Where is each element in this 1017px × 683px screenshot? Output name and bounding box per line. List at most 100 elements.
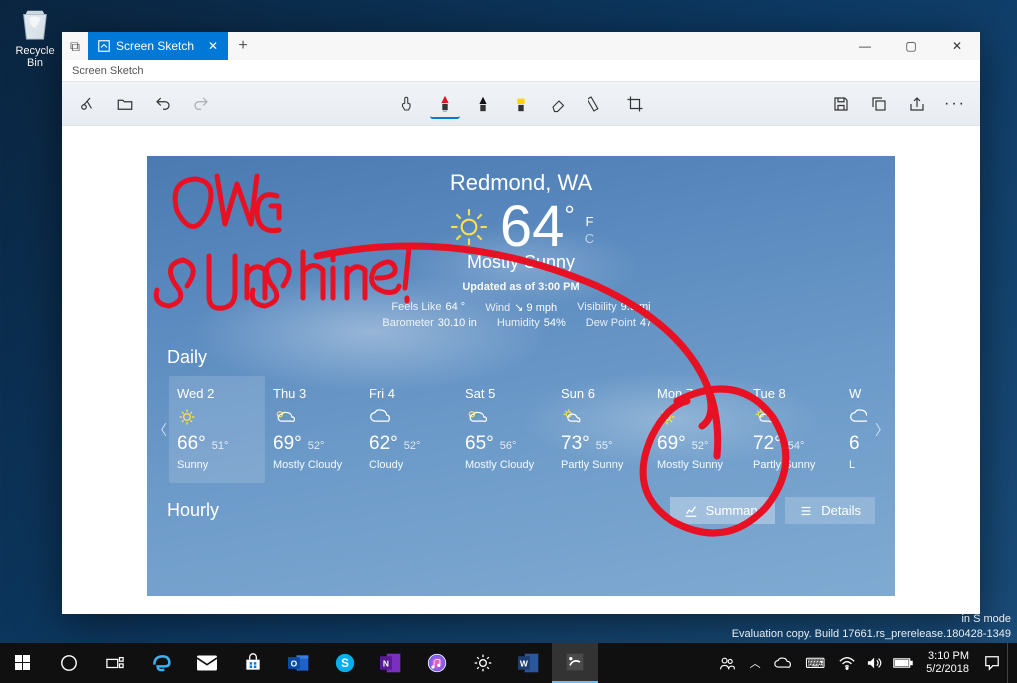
day-card[interactable]: Mon 7 69°52° Mostly Sunny bbox=[649, 376, 745, 483]
daily-prev-button[interactable]: 〈 bbox=[151, 376, 169, 483]
touch-writing-button[interactable] bbox=[392, 89, 422, 119]
word-icon[interactable]: W bbox=[506, 643, 552, 683]
new-snip-button[interactable] bbox=[72, 89, 102, 119]
tray-chevron-icon[interactable]: ︿ bbox=[742, 643, 768, 683]
desktop-recycle-bin[interactable]: Recycle Bin bbox=[10, 5, 60, 69]
screen-sketch-window: ⧉ Screen Sketch ✕ + — ▢ ✕ Screen Sketch bbox=[62, 32, 980, 614]
show-desktop-button[interactable] bbox=[1007, 643, 1013, 683]
day-cond: Partly Sunny bbox=[753, 459, 833, 471]
store-icon[interactable] bbox=[230, 643, 276, 683]
canvas[interactable]: Redmond, WA 64° FC Mostly Sunny Updated … bbox=[62, 126, 980, 614]
day-name: W bbox=[849, 386, 859, 401]
day-card[interactable]: W 6 L bbox=[841, 376, 867, 483]
day-name: Thu 3 bbox=[273, 386, 353, 401]
daily-forecast-row: 〈 Wed 2 66°51° SunnyThu 3 69°52° Mostly … bbox=[147, 376, 895, 483]
day-card[interactable]: Wed 2 66°51° Sunny bbox=[169, 376, 265, 483]
skype-icon[interactable]: S bbox=[322, 643, 368, 683]
day-card[interactable]: Sun 6 73°55° Partly Sunny bbox=[553, 376, 649, 483]
share-button[interactable] bbox=[902, 89, 932, 119]
new-tab-button[interactable]: + bbox=[228, 32, 258, 60]
copy-button[interactable] bbox=[864, 89, 894, 119]
day-hi: 69° bbox=[657, 433, 686, 455]
onenote-icon[interactable]: N bbox=[368, 643, 414, 683]
stat-vis-lbl: Visibility bbox=[577, 301, 617, 313]
stat-feels-lbl: Feels Like bbox=[391, 301, 441, 313]
app-icon bbox=[98, 40, 110, 52]
day-hi: 62° bbox=[369, 433, 398, 455]
day-hi: 65° bbox=[465, 433, 494, 455]
unit-f: F bbox=[585, 214, 594, 231]
ruler-button[interactable] bbox=[582, 89, 612, 119]
battery-icon[interactable] bbox=[890, 643, 916, 683]
action-center-icon[interactable] bbox=[979, 643, 1005, 683]
taskbar: O S N W ︿ ⌨ 3:10 PM 5/2/2018 bbox=[0, 643, 1017, 683]
clock-date: 5/2/2018 bbox=[926, 663, 969, 676]
toolbar: ··· bbox=[62, 82, 980, 126]
save-button[interactable] bbox=[826, 89, 856, 119]
summary-button[interactable]: Summary bbox=[670, 497, 776, 524]
unit-c: C bbox=[585, 231, 594, 248]
crop-button[interactable] bbox=[620, 89, 650, 119]
tab-screen-sketch[interactable]: Screen Sketch ✕ bbox=[88, 32, 228, 60]
network-icon[interactable] bbox=[834, 643, 860, 683]
cortana-button[interactable] bbox=[46, 643, 92, 683]
day-icon bbox=[273, 407, 353, 427]
pen-black-button[interactable] bbox=[468, 89, 498, 119]
stat-dew-lbl: Dew Point bbox=[586, 317, 636, 329]
daily-next-button[interactable]: 〉 bbox=[873, 376, 891, 483]
stat-dew-val: 47 ° bbox=[640, 317, 660, 329]
maximize-button[interactable]: ▢ bbox=[888, 32, 934, 60]
day-card[interactable]: Fri 4 62°52° Cloudy bbox=[361, 376, 457, 483]
weather-updated: Updated as of 3:00 PM bbox=[147, 281, 895, 293]
day-lo: 52° bbox=[308, 440, 325, 452]
sets-previous-icon[interactable]: ⧉ bbox=[62, 32, 88, 60]
weather-screenshot: Redmond, WA 64° FC Mostly Sunny Updated … bbox=[147, 156, 895, 596]
day-cond: Cloudy bbox=[369, 459, 449, 471]
day-icon bbox=[849, 407, 859, 427]
edge-icon[interactable] bbox=[138, 643, 184, 683]
day-name: Tue 8 bbox=[753, 386, 833, 401]
day-icon bbox=[753, 407, 833, 427]
day-lo: 54° bbox=[788, 440, 805, 452]
redo-button[interactable] bbox=[186, 89, 216, 119]
itunes-icon[interactable] bbox=[414, 643, 460, 683]
stat-baro-lbl: Barometer bbox=[382, 317, 433, 329]
screen-sketch-taskbar-icon[interactable] bbox=[552, 643, 598, 683]
task-view-button[interactable] bbox=[92, 643, 138, 683]
undo-button[interactable] bbox=[148, 89, 178, 119]
recycle-bin-label: Recycle Bin bbox=[10, 45, 60, 69]
pen-red-button[interactable] bbox=[430, 89, 460, 119]
minimize-button[interactable]: — bbox=[842, 32, 888, 60]
start-button[interactable] bbox=[0, 643, 46, 683]
more-button[interactable]: ··· bbox=[940, 89, 970, 119]
details-button[interactable]: Details bbox=[785, 497, 875, 524]
stat-wind-lbl: Wind bbox=[485, 302, 510, 314]
titlebar: ⧉ Screen Sketch ✕ + — ▢ ✕ bbox=[62, 32, 980, 60]
people-icon[interactable] bbox=[714, 643, 740, 683]
day-lo: 52° bbox=[692, 440, 709, 452]
eraser-button[interactable] bbox=[544, 89, 574, 119]
day-hi: 73° bbox=[561, 433, 590, 455]
mail-icon[interactable] bbox=[184, 643, 230, 683]
weather-app-icon[interactable] bbox=[460, 643, 506, 683]
outlook-icon[interactable]: O bbox=[276, 643, 322, 683]
summary-label: Summary bbox=[706, 503, 762, 518]
day-lo: 56° bbox=[500, 440, 517, 452]
tab-close-icon[interactable]: ✕ bbox=[208, 39, 218, 53]
highlighter-button[interactable] bbox=[506, 89, 536, 119]
volume-icon[interactable] bbox=[862, 643, 888, 683]
day-card[interactable]: Sat 5 65°56° Mostly Cloudy bbox=[457, 376, 553, 483]
day-cond: Mostly Sunny bbox=[657, 459, 737, 471]
clock[interactable]: 3:10 PM 5/2/2018 bbox=[918, 650, 977, 675]
onedrive-icon[interactable] bbox=[770, 643, 796, 683]
day-cond: Sunny bbox=[177, 459, 257, 471]
close-button[interactable]: ✕ bbox=[934, 32, 980, 60]
day-lo: 51° bbox=[212, 440, 229, 452]
day-name: Sun 6 bbox=[561, 386, 641, 401]
day-lo: 55° bbox=[596, 440, 613, 452]
day-card[interactable]: Thu 3 69°52° Mostly Cloudy bbox=[265, 376, 361, 483]
input-indicator[interactable]: ⌨ bbox=[798, 643, 832, 683]
open-button[interactable] bbox=[110, 89, 140, 119]
svg-text:O: O bbox=[291, 658, 298, 668]
day-card[interactable]: Tue 8 72°54° Partly Sunny bbox=[745, 376, 841, 483]
